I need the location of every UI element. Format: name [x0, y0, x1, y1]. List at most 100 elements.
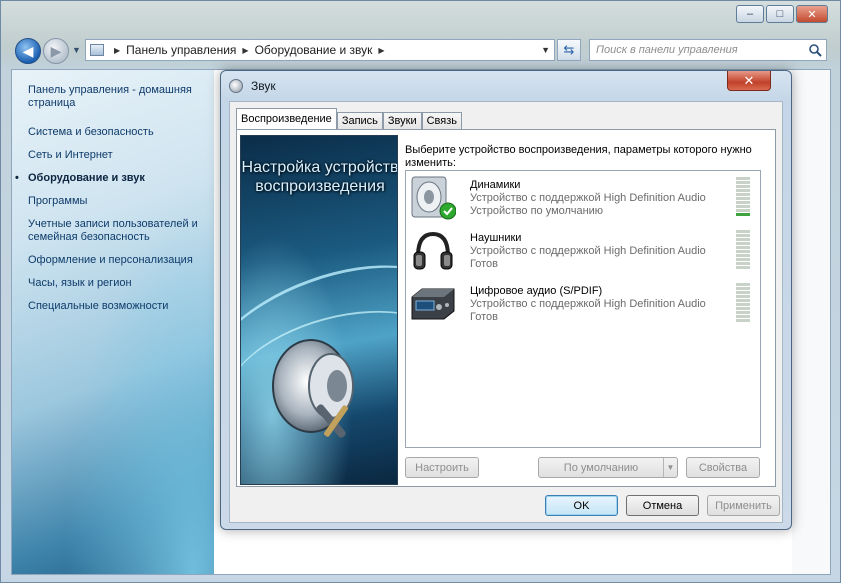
sidebar-item-appearance[interactable]: Оформление и персонализация	[28, 254, 208, 267]
device-digital-audio[interactable]: Цифровое аудио (S/PDIF) Устройство с под…	[406, 279, 760, 331]
breadcrumb-separator-icon: ▶	[114, 45, 121, 55]
sidebar-item-hardware-sound[interactable]: • Оборудование и звук	[15, 172, 208, 185]
level-meter-segment	[736, 254, 750, 257]
search-placeholder: Поиск в панели управления	[596, 44, 738, 56]
level-meter-segment	[736, 193, 750, 196]
breadcrumb-hardware-sound[interactable]: Оборудование и звук	[255, 43, 373, 57]
level-meter-segment	[736, 311, 750, 314]
sound-dialog: Звук ✕ Воспроизведение Запись Звуки Связ…	[220, 70, 792, 530]
close-window-button[interactable]: ✕	[796, 5, 828, 23]
speaker-wrench-icon	[272, 339, 354, 438]
tab-recording[interactable]: Запись	[336, 112, 383, 130]
device-status: Готов	[470, 258, 498, 270]
sidebar-item-user-accounts[interactable]: Учетные записи пользователей и семейная …	[28, 218, 208, 244]
level-meter-segment	[736, 230, 750, 233]
set-default-label: По умолчанию	[563, 461, 639, 474]
level-meter-segment	[736, 185, 750, 188]
level-meter-segment	[736, 287, 750, 290]
active-bullet-icon: •	[15, 172, 19, 184]
level-meter-segment	[736, 205, 750, 208]
maximize-button[interactable]: □	[766, 5, 794, 23]
device-name: Цифровое аудио (S/PDIF)	[470, 285, 603, 297]
level-meter-segment	[736, 303, 750, 306]
address-dropdown-icon[interactable]: ▼	[541, 45, 550, 55]
level-meter	[736, 230, 750, 272]
level-meter-segment	[736, 234, 750, 237]
level-meter-segment	[736, 307, 750, 310]
tab-sounds[interactable]: Звуки	[382, 112, 422, 130]
level-meter-segment	[736, 197, 750, 200]
level-meter-segment	[736, 189, 750, 192]
device-list[interactable]: Динамики Устройство с поддержкой High De…	[405, 170, 761, 448]
level-meter-segment	[736, 299, 750, 302]
breadcrumb-control-panel[interactable]: Панель управления	[126, 43, 236, 57]
level-meter-segment	[736, 283, 750, 286]
ok-button[interactable]: OK	[545, 495, 618, 516]
sidebar-item-home[interactable]: Панель управления - домашняя страница	[28, 84, 208, 110]
dialog-close-button[interactable]: ✕	[727, 71, 771, 91]
device-name: Динамики	[470, 179, 521, 191]
back-button[interactable]: ◀	[15, 38, 41, 64]
sidebar-item-system-security[interactable]: Система и безопасность	[28, 126, 208, 139]
cancel-button[interactable]: Отмена	[626, 495, 699, 516]
level-meter-segment	[736, 177, 750, 180]
sidebar-item-accessibility[interactable]: Специальные возможности	[28, 300, 208, 313]
level-meter-segment	[736, 295, 750, 298]
device-status: Готов	[470, 311, 498, 323]
sound-dialog-icon	[229, 79, 243, 93]
control-panel-icon	[90, 44, 104, 56]
dialog-body: Воспроизведение Запись Звуки Связь Настр…	[229, 101, 783, 523]
left-navigation-pane: Панель управления - домашняя страница Си…	[12, 70, 214, 574]
level-meter-segment	[736, 319, 750, 322]
chevron-down-icon[interactable]: ▼	[663, 458, 677, 477]
device-status: Устройство по умолчанию	[470, 205, 604, 217]
right-edge-area	[792, 70, 830, 574]
level-meter-segment	[736, 213, 750, 216]
sidebar-item-clock-region[interactable]: Часы, язык и регион	[28, 277, 208, 290]
level-meter-segment	[736, 238, 750, 241]
device-driver: Устройство с поддержкой High Definition …	[470, 298, 706, 310]
sidebar-item-network[interactable]: Сеть и Интернет	[28, 149, 208, 162]
sidebar-item-programs[interactable]: Программы	[28, 195, 208, 208]
minimize-button[interactable]: –	[736, 5, 764, 23]
set-default-button[interactable]: По умолчанию ▼	[538, 457, 678, 478]
headphones-icon	[413, 231, 453, 270]
tab-communications[interactable]: Связь	[421, 112, 463, 130]
digital-audio-icon	[411, 288, 455, 320]
address-bar[interactable]: ▶ Панель управления ▶ Оборудование и зву…	[85, 39, 555, 61]
level-meter-segment	[736, 201, 750, 204]
hero-banner: Настройка устройств воспроизведения	[240, 135, 398, 485]
tab-playback[interactable]: Воспроизведение	[236, 108, 337, 130]
level-meter-segment	[736, 315, 750, 318]
device-driver: Устройство с поддержкой High Definition …	[470, 245, 706, 257]
level-meter-segment	[736, 181, 750, 184]
navigation-bar: ◀ ▶ ▼ ▶ Панель управления ▶ Оборудование…	[11, 37, 831, 65]
level-meter	[736, 177, 750, 219]
properties-button[interactable]: Свойства	[686, 457, 760, 478]
search-input[interactable]: Поиск в панели управления	[589, 39, 827, 61]
level-meter-segment	[736, 258, 750, 261]
forward-button[interactable]: ▶	[43, 38, 69, 64]
breadcrumb-separator-icon: ▶	[378, 45, 385, 55]
device-headphones[interactable]: Наушники Устройство с поддержкой High De…	[406, 226, 760, 278]
level-meter-segment	[736, 266, 750, 269]
breadcrumb-separator-icon: ▶	[242, 45, 249, 55]
speaker-icon	[411, 176, 456, 220]
dialog-title: Звук	[251, 79, 276, 93]
caption-buttons: – □ ✕	[734, 5, 828, 23]
left-nav-list: Панель управления - домашняя страница Си…	[15, 84, 208, 323]
refresh-button[interactable]: ⇆	[557, 39, 581, 61]
search-icon[interactable]	[808, 43, 822, 57]
level-meter-segment	[736, 291, 750, 294]
level-meter-segment	[736, 209, 750, 212]
recent-pages-dropdown-icon[interactable]: ▼	[72, 45, 81, 55]
level-meter-segment	[736, 262, 750, 265]
level-meter	[736, 283, 750, 325]
level-meter-segment	[736, 246, 750, 249]
apply-button[interactable]: Применить	[707, 495, 780, 516]
sidebar-item-label: Оборудование и звук	[28, 172, 145, 184]
device-speakers[interactable]: Динамики Устройство с поддержкой High De…	[406, 173, 760, 225]
device-driver: Устройство с поддержкой High Definition …	[470, 192, 706, 204]
hero-title: Настройка устройств воспроизведения	[241, 159, 398, 195]
configure-button[interactable]: Настроить	[405, 457, 479, 478]
